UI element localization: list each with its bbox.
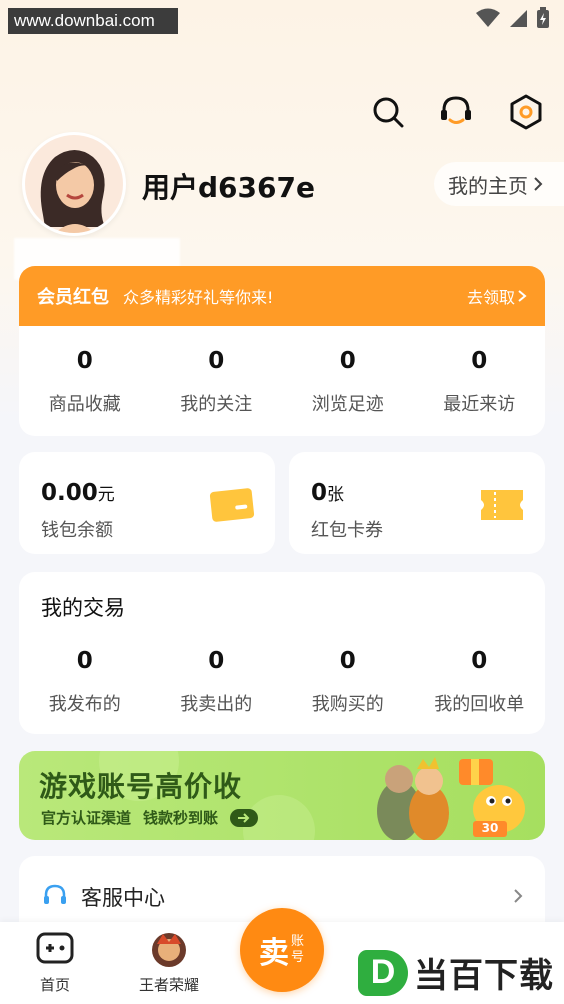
stat-label: 商品收藏 — [48, 394, 121, 415]
stat-favorites[interactable]: 0 商品收藏 — [20, 348, 150, 416]
coupon-unit: 张 — [327, 485, 345, 505]
trades-row: 0 我发布的 0 我卖出的 0 我购买的 0 我的回收单 — [19, 648, 545, 716]
stat-label: 最近来访 — [443, 394, 516, 415]
coupon-card[interactable]: 0张 红包卡券 — [289, 452, 545, 554]
gamepad-icon — [36, 932, 74, 964]
promo-banner[interactable]: 30 游戏账号高价收 官方认证渠道 钱款秒到账 — [19, 751, 545, 840]
customer-service-icon[interactable] — [436, 92, 476, 132]
sell-sublabel: 账号 — [291, 934, 305, 965]
settings-icon[interactable] — [506, 92, 546, 132]
homepage-label: 我的主页 — [448, 173, 528, 198]
stat-label: 我的关注 — [180, 394, 253, 415]
promo-title: 游戏账号高价收 — [39, 770, 243, 803]
promo-badge: 30 — [481, 821, 499, 835]
stats-row: 0 商品收藏 0 我的关注 0 浏览足迹 0 最近来访 — [19, 326, 545, 416]
promo-sub2: 钱款秒到账 — [143, 809, 219, 827]
game-avatar-icon — [152, 933, 186, 967]
brand-text: 当百下载 — [414, 956, 554, 996]
trade-value: 0 — [471, 648, 488, 674]
avatar[interactable] — [22, 132, 126, 236]
promo-subtitle: 官方认证渠道 钱款秒到账 — [41, 807, 259, 828]
nav-game-label: 王者荣耀 — [138, 976, 199, 994]
member-subtitle: 众多精彩好礼等你来! — [123, 288, 274, 307]
username: 用户d6367e — [142, 171, 315, 204]
wallet-balance-value: 0.00元 — [41, 480, 115, 506]
avatar-illustration — [25, 135, 123, 233]
signal-icon — [510, 10, 527, 27]
my-trades-card: 我的交易 0 我发布的 0 我卖出的 0 我购买的 0 我的回收单 — [19, 572, 545, 734]
nav-home[interactable]: 首页 — [10, 932, 100, 995]
trade-published[interactable]: 0 我发布的 — [20, 648, 150, 716]
brand-logo: D — [358, 949, 408, 996]
trade-value: 0 — [339, 648, 356, 674]
promo-sub1: 官方认证渠道 — [41, 809, 132, 827]
trade-label: 我发布的 — [48, 694, 121, 715]
member-redpacket-banner[interactable]: 会员红包 众多精彩好礼等你来! 去领取 — [19, 266, 545, 326]
trades-title: 我的交易 — [41, 596, 125, 620]
stat-value: 0 — [471, 348, 488, 374]
trade-bought[interactable]: 0 我购买的 — [283, 648, 413, 716]
stat-value: 0 — [76, 348, 93, 374]
trade-value: 0 — [208, 648, 225, 674]
stat-label: 浏览足迹 — [311, 394, 384, 415]
wifi-icon — [476, 8, 500, 27]
battery-icon — [537, 7, 549, 28]
wallet-balance-card[interactable]: 0.00元 钱包余额 — [19, 452, 275, 554]
status-icons — [476, 6, 550, 30]
trade-label: 我卖出的 — [180, 694, 253, 715]
trade-label: 我的回收单 — [434, 694, 525, 715]
member-claim-label: 去领取 — [466, 288, 515, 307]
stat-value: 0 — [339, 348, 356, 374]
coupon-label: 红包卡券 — [311, 520, 383, 541]
arrow-right-icon — [230, 808, 259, 827]
my-homepage-button[interactable]: 我的主页 — [434, 162, 564, 206]
search-icon[interactable] — [368, 92, 408, 132]
coupon-count: 0 — [311, 480, 328, 506]
service-label: 客服中心 — [81, 886, 165, 910]
wallet-balance-label: 钱包余额 — [41, 520, 113, 541]
sell-account-button[interactable]: 卖 账号 — [240, 908, 324, 992]
nav-home-label: 首页 — [39, 976, 70, 994]
balance-amount: 0.00 — [41, 480, 98, 506]
balance-unit: 元 — [97, 485, 115, 505]
stat-value: 0 — [208, 348, 225, 374]
ticket-icon — [481, 490, 523, 520]
trade-value: 0 — [76, 648, 93, 674]
chevron-right-icon — [534, 177, 543, 191]
chevron-right-icon — [518, 290, 527, 302]
member-title: 会员红包 — [37, 287, 109, 308]
wallet-card-icon — [209, 488, 255, 522]
member-claim-link[interactable]: 去领取 — [467, 284, 527, 308]
nav-game[interactable]: 王者荣耀 — [124, 932, 214, 995]
trade-recycle[interactable]: 0 我的回收单 — [414, 648, 544, 716]
chevron-right-icon — [514, 889, 523, 903]
coupon-value: 0张 — [311, 480, 344, 506]
stat-following[interactable]: 0 我的关注 — [151, 348, 281, 416]
brand-watermark: D 当百下载 — [358, 948, 554, 997]
sell-label: 卖 — [259, 936, 289, 971]
trade-sold[interactable]: 0 我卖出的 — [151, 648, 281, 716]
member-card: 会员红包 众多精彩好礼等你来! 去领取 0 商品收藏 0 我的关注 0 浏览足迹… — [19, 266, 545, 436]
headset-icon — [44, 884, 66, 904]
stat-visitors[interactable]: 0 最近来访 — [414, 348, 544, 416]
stat-history[interactable]: 0 浏览足迹 — [283, 348, 413, 416]
watermark: www.downbai.com — [8, 8, 178, 34]
trade-label: 我购买的 — [311, 694, 384, 715]
